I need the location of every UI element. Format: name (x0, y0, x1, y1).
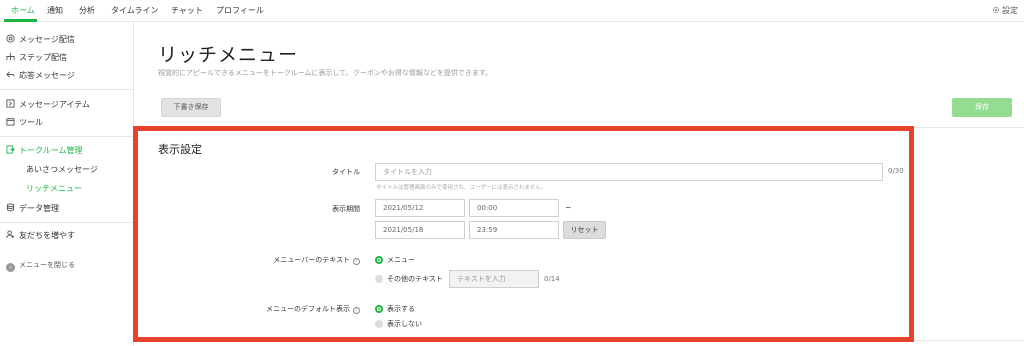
sidebar-item-reply[interactable]: 応答メッセージ (6, 69, 75, 83)
message-item-icon (6, 99, 15, 108)
add-friend-icon (6, 230, 15, 239)
sidebar-item-step[interactable]: ステップ配信 (6, 51, 67, 65)
sidebar-item-broadcast[interactable]: メッセージ配信 (6, 33, 75, 47)
save-button[interactable]: 保存 (952, 98, 1012, 117)
save-draft-button[interactable]: 下書き保存 (161, 98, 221, 117)
settings-link[interactable]: 設定 (992, 0, 1018, 22)
section-divider (912, 340, 1024, 341)
tab-chat[interactable]: チャット (171, 0, 203, 22)
sidebar-divider (0, 222, 133, 223)
sidebar-subitem-richmenu[interactable]: リッチメニュー (26, 182, 82, 196)
settings-label: 設定 (1002, 6, 1018, 15)
reply-icon (6, 71, 15, 78)
sidebar-divider (0, 89, 133, 90)
sidebar-item-label: 友だちを増やす (19, 231, 75, 240)
sidebar-item-message-items[interactable]: メッセージアイテム (6, 98, 90, 112)
sidebar-item-talkroom[interactable]: トークルーム管理 (6, 144, 83, 158)
database-icon (6, 203, 15, 212)
close-menu-label: メニューを閉じる (19, 261, 75, 269)
broadcast-icon (6, 34, 15, 43)
sidebar-item-label: ステップ配信 (19, 53, 67, 62)
tab-timeline[interactable]: タイムライン (111, 0, 158, 22)
sidebar-item-label: メッセージ配信 (19, 35, 75, 44)
sidebar: メッセージ配信 ステップ配信 応答メッセージ メッセージアイテム ツール トーク… (0, 22, 134, 346)
tab-profile[interactable]: プロフィール (216, 0, 264, 22)
sidebar-item-label: ツール (19, 118, 43, 127)
talkroom-icon (6, 145, 15, 154)
sidebar-item-data[interactable]: データ管理 (6, 202, 59, 216)
collapse-icon: ‹ (6, 263, 15, 272)
close-menu-button[interactable]: ‹ メニューを閉じる (6, 258, 75, 272)
sidebar-item-label: トークルーム管理 (19, 146, 83, 155)
page-description: 視覚的にアピールできるメニューをトークルームに表示して、クーポンやお得な情報など… (158, 69, 493, 77)
sidebar-item-label: メッセージアイテム (19, 100, 91, 109)
page-title: リッチメニュー (158, 44, 299, 66)
gear-icon (992, 6, 1000, 14)
sidebar-item-label: 応答メッセージ (19, 71, 75, 80)
sidebar-divider (0, 136, 133, 137)
tab-notifications[interactable]: 通知 (47, 0, 63, 22)
sidebar-subitem-greeting[interactable]: あいさつメッセージ (26, 163, 98, 177)
tab-analytics[interactable]: 分析 (79, 0, 95, 22)
tool-icon (6, 117, 15, 126)
highlight-frame (133, 126, 914, 342)
sidebar-item-add-friends[interactable]: 友だちを増やす (6, 229, 75, 243)
top-nav: ホーム 通知 分析 タイムライン チャット プロフィール 設定 (0, 0, 1024, 22)
step-icon (6, 52, 15, 61)
sidebar-item-tools[interactable]: ツール (6, 116, 43, 130)
sidebar-item-label: データ管理 (19, 204, 59, 213)
